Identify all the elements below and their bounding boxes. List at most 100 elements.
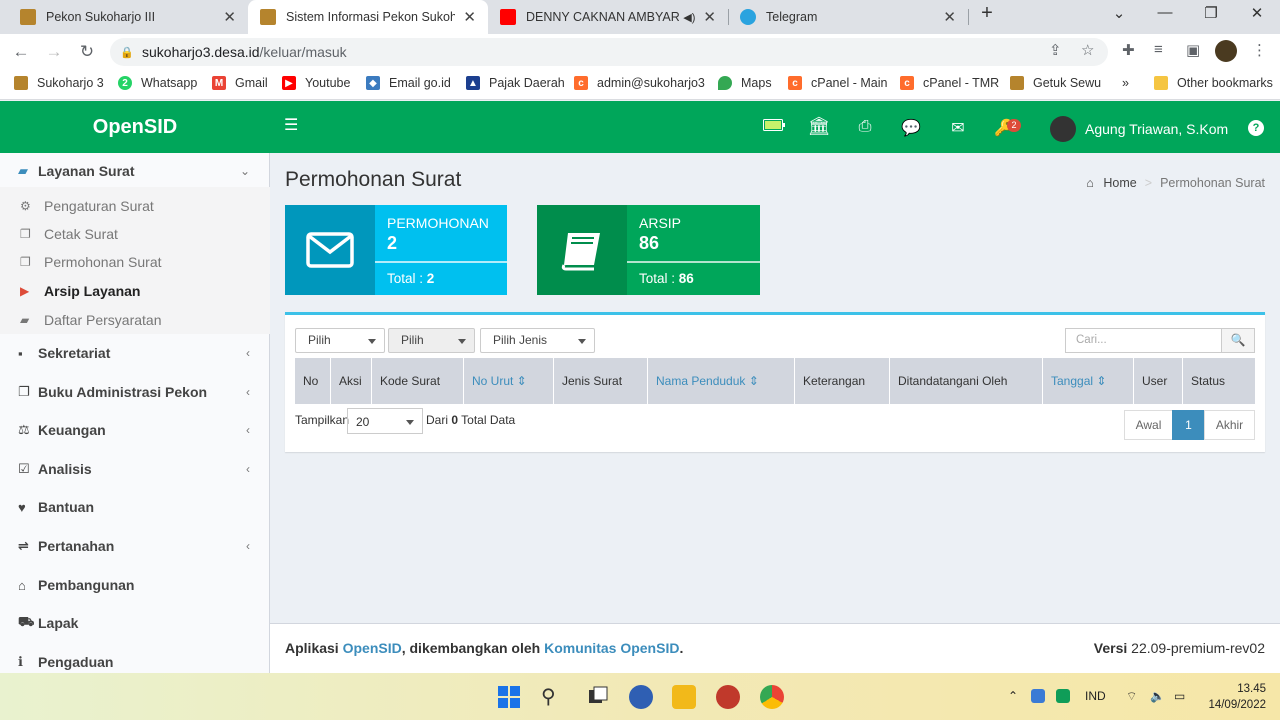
extensions-icon[interactable]: ✚ (1122, 41, 1135, 59)
close-window-button[interactable]: ✕ (1242, 4, 1272, 22)
bookmark[interactable]: ▲ Pajak Daerah (466, 76, 565, 90)
comments-icon[interactable]: 💬 (899, 118, 923, 138)
bookmark[interactable]: Sukoharjo 3 (14, 76, 104, 90)
bookmark[interactable]: Getuk Sewu (1010, 76, 1101, 90)
sidebar-item-buku-administrasi[interactable]: ❐ Buku Administrasi Pekon ‹ (0, 379, 270, 405)
file-explorer-icon[interactable] (672, 685, 696, 709)
sidebar-subitem[interactable]: ❐ Cetak Surat (0, 220, 270, 248)
minimize-button[interactable]: — (1150, 4, 1180, 21)
gmail-icon: M (212, 76, 226, 90)
sidebar-item-pengaduan[interactable]: ℹ Pengaduan (0, 649, 270, 675)
pagination-last[interactable]: Akhir (1204, 410, 1255, 440)
opensid-link[interactable]: OpenSID (343, 640, 402, 656)
sidebar-subitem-active[interactable]: ▶ Arsip Layanan (0, 277, 270, 305)
page-size-select[interactable]: 20 (347, 408, 423, 434)
bookmark[interactable]: c admin@sukoharjo3 (574, 76, 705, 90)
sidebar-item-bantuan[interactable]: ♥ Bantuan (0, 494, 270, 520)
share-icon[interactable]: ⇪ (1049, 41, 1062, 59)
app-icon[interactable] (716, 685, 740, 709)
back-button[interactable]: ← (10, 42, 32, 62)
browser-tab[interactable]: DENNY CAKNAN AMBYAR "C ◀) ✕ (488, 0, 728, 34)
chevron-left-icon: ‹ (246, 346, 250, 360)
restore-button[interactable]: ❐ (1196, 4, 1226, 22)
edge-icon[interactable] (629, 685, 653, 709)
month-select[interactable]: Pilih Bulan (388, 328, 475, 370)
star-icon[interactable]: ☆ (1081, 41, 1094, 59)
url-host: sukoharjo3.desa.id (142, 44, 260, 60)
close-icon[interactable]: ✕ (703, 8, 716, 26)
search-input[interactable]: Cari... (1065, 328, 1222, 353)
search-icon[interactable]: ⚲ (541, 685, 565, 709)
help-icon[interactable]: ? (1248, 120, 1264, 136)
bookmark[interactable]: Maps (718, 76, 772, 90)
url-bar[interactable]: 🔒 sukoharjo3.desa.id/keluar/masuk (110, 38, 1108, 66)
bookmark[interactable]: M Gmail (212, 76, 268, 90)
app-logo[interactable]: OpenSID (0, 101, 270, 153)
tab-search-icon[interactable]: ⌄ (1104, 4, 1134, 22)
speaker-icon[interactable]: ◀) (683, 11, 695, 24)
language-indicator[interactable]: IND (1085, 689, 1106, 703)
heart-icon: ♥ (18, 499, 26, 515)
search-button[interactable]: 🔍 (1221, 328, 1255, 353)
browser-tab-active[interactable]: Sistem Informasi Pekon Sukoharjo ✕ (248, 0, 488, 34)
app-tray-icon[interactable] (1056, 689, 1070, 703)
bookmark[interactable]: c cPanel - Main (788, 76, 887, 90)
permohonan-card[interactable]: PERMOHONAN 2 Total : 2 (285, 205, 507, 295)
sidepanel-icon[interactable]: ▣ (1186, 41, 1200, 59)
close-icon[interactable]: ✕ (943, 8, 956, 26)
sidebar-subitem[interactable]: ▰ Daftar Persyaratan (0, 306, 270, 334)
envelope-icon[interactable]: ✉ (946, 118, 970, 138)
wifi-icon[interactable]: ⌔ (1126, 689, 1137, 704)
forward-button[interactable]: → (43, 42, 65, 62)
battery-tray-icon[interactable]: ▭ (1174, 689, 1185, 703)
breadcrumb-home[interactable]: Home (1103, 176, 1136, 190)
browser-tab[interactable]: Pekon Sukoharjo III ✕ (8, 0, 248, 34)
reload-button[interactable]: ↻ (76, 42, 98, 62)
column-header-sortable[interactable]: Tanggal ⇕ (1043, 358, 1134, 404)
sidebar-subitem[interactable]: ⚙ Pengaturan Surat (0, 192, 270, 220)
sidebar-item-sekretariat[interactable]: ▪ Sekretariat ‹ (0, 340, 270, 366)
shield-icon[interactable] (1031, 689, 1045, 703)
community-link[interactable]: Komunitas OpenSID (544, 640, 679, 656)
bank-icon[interactable]: 🏛 (807, 116, 831, 137)
letter-type-select[interactable]: Pilih Jenis Surat (480, 328, 595, 370)
menu-icon[interactable]: ⋮ (1252, 41, 1267, 59)
user-name[interactable]: Agung Triawan, S.Kom (1085, 121, 1228, 137)
chrome-icon[interactable] (760, 685, 784, 709)
bookmark[interactable]: ◆ Email go.id (366, 76, 451, 90)
year-select[interactable]: Pilih Tahun (295, 328, 385, 370)
close-icon[interactable]: ✕ (223, 8, 236, 26)
media-icon[interactable]: ≡ (1154, 41, 1163, 58)
bookmark[interactable]: 2 Whatsapp (118, 76, 197, 90)
user-avatar[interactable] (1050, 116, 1076, 142)
arsip-card[interactable]: ARSIP 86 Total : 86 (537, 205, 760, 295)
column-header-sortable[interactable]: No Urut ⇕ (464, 358, 554, 404)
close-icon[interactable]: ✕ (463, 8, 476, 26)
other-bookmarks[interactable]: Other bookmarks (1154, 76, 1273, 90)
browser-tab[interactable]: Telegram ✕ (728, 0, 968, 34)
bookmark[interactable]: c cPanel - TMR (900, 76, 999, 90)
print-icon[interactable]: ⎙ (853, 118, 877, 136)
column-header: No (295, 358, 331, 404)
task-view-icon[interactable] (586, 685, 610, 709)
new-tab-button[interactable]: + (972, 2, 1002, 25)
chevron-up-icon[interactable]: ⌃ (1008, 689, 1018, 703)
battery-icon[interactable] (762, 118, 786, 136)
volume-icon[interactable]: 🔈 (1150, 689, 1165, 703)
pagination-first[interactable]: Awal (1124, 410, 1173, 440)
system-clock[interactable]: 13.45 14/09/2022 (1204, 681, 1266, 713)
sidebar-item-pembangunan[interactable]: ⌂ Pembangunan (0, 572, 270, 598)
column-header-sortable[interactable]: Nama Penduduk ⇕ (648, 358, 795, 404)
sidebar-item-pertanahan[interactable]: ⇌ Pertanahan ‹ (0, 533, 270, 559)
sidebar-item-layanan-surat[interactable]: ▰ Layanan Surat ⌄ (0, 153, 270, 189)
profile-avatar[interactable] (1215, 40, 1237, 62)
bookmarks-overflow[interactable]: » (1122, 76, 1129, 90)
menu-toggle-icon[interactable]: ☰ (284, 115, 298, 135)
windows-start-icon[interactable] (497, 685, 521, 709)
sidebar-subitem[interactable]: ❐ Permohonan Surat (0, 248, 270, 276)
pagination-current[interactable]: 1 (1172, 410, 1205, 440)
bookmark[interactable]: ▶ Youtube (282, 76, 350, 90)
sidebar-item-keuangan[interactable]: ⚖ Keuangan ‹ (0, 417, 270, 443)
sidebar-item-lapak[interactable]: ⛟ Lapak (0, 610, 270, 636)
sidebar-item-analisis[interactable]: ☑ Analisis ‹ (0, 456, 270, 482)
